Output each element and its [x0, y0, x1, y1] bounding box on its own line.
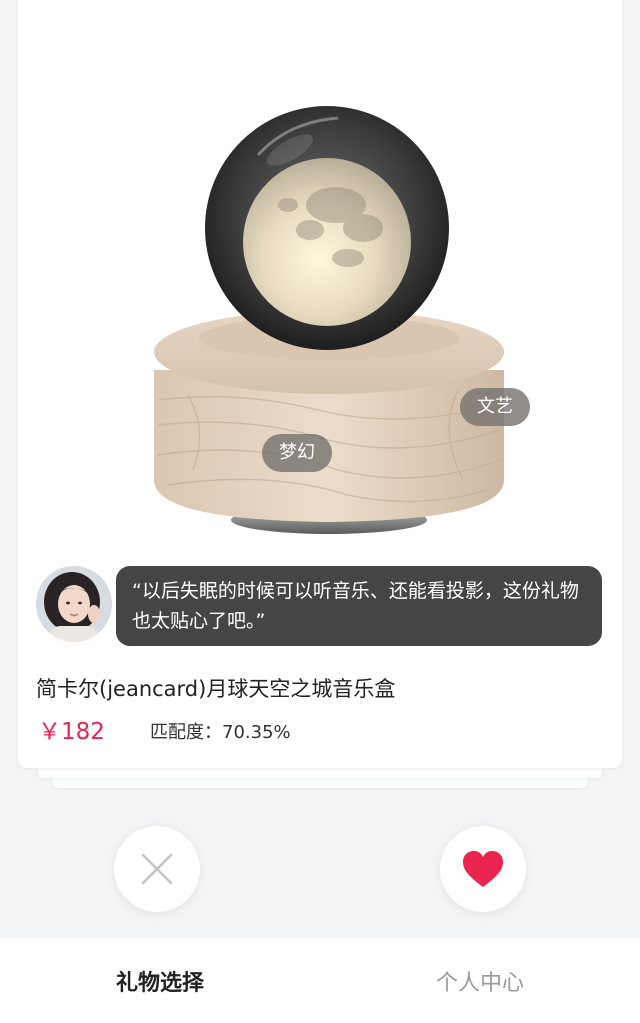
product-image	[154, 106, 504, 534]
tag-menghuan: 梦幻	[262, 434, 332, 472]
page: 文艺 梦幻 “以后失眠的时候可以听音乐、还能看投影，这份礼物也太贴心了吧。” 简…	[0, 0, 640, 1023]
tag-wenyi: 文艺	[460, 388, 530, 426]
tab-bar: 礼物选择 个人中心	[0, 938, 640, 1023]
heart-icon	[463, 851, 503, 887]
tab-profile[interactable]: 个人中心	[320, 938, 640, 1023]
close-icon	[141, 853, 173, 885]
gift-card[interactable]: 文艺 梦幻 “以后失眠的时候可以听音乐、还能看投影，这份礼物也太贴心了吧。” 简…	[18, 0, 622, 768]
review-quote: “以后失眠的时候可以听音乐、还能看投影，这份礼物也太贴心了吧。”	[116, 566, 602, 646]
avatar	[36, 566, 112, 642]
match-score: 匹配度：70.35%	[150, 722, 291, 743]
product-price: ￥182	[38, 719, 105, 745]
like-button[interactable]	[440, 826, 526, 912]
product-title: 简卡尔(jeancard)月球天空之城音乐盒	[36, 677, 396, 701]
dislike-button[interactable]	[114, 826, 200, 912]
tab-gift-selection[interactable]: 礼物选择	[0, 938, 320, 1023]
